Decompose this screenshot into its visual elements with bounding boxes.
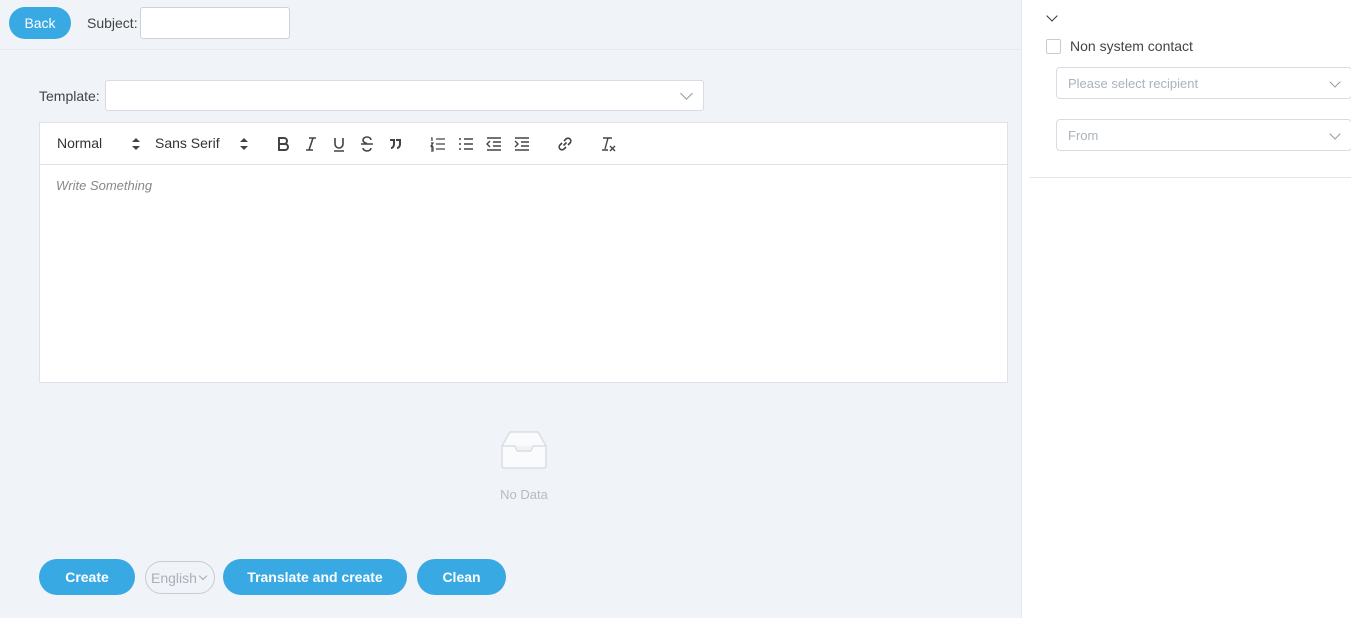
empty-state-text: No Data — [500, 487, 548, 502]
chevron-down-icon — [1329, 76, 1341, 88]
divider — [1030, 177, 1351, 178]
ordered-list-icon[interactable] — [427, 133, 449, 155]
font-picker-label: Sans Serif — [155, 135, 220, 151]
language-select-value: English — [151, 569, 197, 586]
italic-icon[interactable] — [300, 133, 322, 155]
font-picker[interactable]: Sans Serif — [155, 135, 248, 151]
back-button[interactable]: Back — [9, 7, 71, 39]
clear-format-icon[interactable] — [597, 133, 619, 155]
template-label: Template: — [39, 88, 100, 104]
compose-panel: Back Subject: Template: Normal Sans Seri… — [0, 0, 1021, 618]
editor-toolbar: Normal Sans Serif — [40, 123, 1007, 165]
indent-icon[interactable] — [511, 133, 533, 155]
recipient-select[interactable]: Please select recipient — [1056, 67, 1351, 99]
template-select[interactable] — [105, 80, 704, 111]
clean-button[interactable]: Clean — [417, 559, 506, 595]
underline-icon[interactable] — [328, 133, 350, 155]
subject-label: Subject: — [87, 15, 138, 31]
editor-content[interactable]: Write Something — [56, 178, 152, 193]
size-picker[interactable]: Normal — [57, 135, 140, 151]
subject-input[interactable] — [140, 7, 290, 39]
translate-and-create-button[interactable]: Translate and create — [223, 559, 407, 595]
chevron-down-icon — [198, 571, 208, 581]
chevron-down-icon — [1329, 128, 1341, 140]
outdent-icon[interactable] — [483, 133, 505, 155]
recipient-placeholder: Please select recipient — [1068, 75, 1199, 91]
empty-state: No Data — [474, 430, 574, 502]
picker-arrows-icon — [132, 138, 140, 150]
non-system-contact-checkbox[interactable] — [1046, 39, 1061, 54]
compose-header: Back Subject: — [0, 0, 1021, 50]
bullet-list-icon[interactable] — [455, 133, 477, 155]
strikethrough-icon[interactable] — [356, 133, 378, 155]
rich-text-editor: Normal Sans Serif Write Something — [39, 122, 1008, 383]
quote-icon[interactable] — [384, 133, 406, 155]
chevron-down-icon — [680, 87, 693, 100]
recipient-sidebar: Non system contact Please select recipie… — [1021, 0, 1351, 618]
link-icon[interactable] — [554, 133, 576, 155]
picker-arrows-icon — [240, 138, 248, 150]
size-picker-label: Normal — [57, 135, 103, 151]
from-placeholder: From — [1068, 127, 1099, 143]
inbox-empty-icon — [501, 431, 547, 469]
non-system-contact-label: Non system contact — [1070, 38, 1193, 54]
bold-icon[interactable] — [272, 133, 294, 155]
collapse-chevron-icon[interactable] — [1046, 10, 1058, 22]
language-select[interactable]: English — [145, 561, 215, 594]
create-button[interactable]: Create — [39, 559, 135, 595]
from-select[interactable]: From — [1056, 119, 1351, 151]
